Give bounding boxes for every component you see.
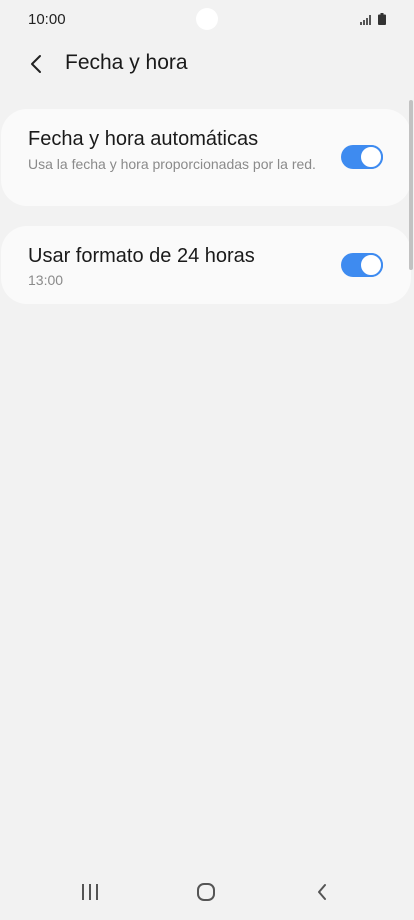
page-title: Fecha y hora <box>65 51 188 74</box>
setting-subtitle: 13:00 <box>28 272 64 288</box>
app-header: Fecha y hora <box>0 40 414 88</box>
home-icon <box>197 883 215 901</box>
battery-icon <box>378 12 386 30</box>
automatic-date-time-toggle[interactable] <box>341 145 383 169</box>
recents-button[interactable] <box>70 876 110 908</box>
signal-icon <box>360 12 372 30</box>
recents-icon <box>82 884 98 900</box>
automatic-date-time-setting[interactable]: Fecha y hora automáticas Usa la fecha y … <box>1 109 411 206</box>
status-bar: 10:00 <box>0 0 414 38</box>
camera-cutout <box>196 8 218 30</box>
status-time: 10:00 <box>28 11 66 28</box>
setting-subtitle: Usa la fecha y hora proporcionadas por l… <box>28 156 316 172</box>
back-button[interactable] <box>22 50 50 78</box>
home-button[interactable] <box>186 876 226 908</box>
status-icons <box>360 12 386 30</box>
setting-title: Usar formato de 24 horas <box>28 245 255 267</box>
24-hour-format-toggle[interactable] <box>341 253 383 277</box>
toggle-knob <box>359 253 383 277</box>
navigation-bar <box>0 862 414 920</box>
scrollbar[interactable] <box>409 100 413 270</box>
24-hour-format-setting[interactable]: Usar formato de 24 horas 13:00 <box>1 226 411 304</box>
back-icon <box>318 884 326 900</box>
toggle-knob <box>359 145 383 169</box>
nav-back-button[interactable] <box>302 876 342 908</box>
setting-title: Fecha y hora automáticas <box>28 128 259 150</box>
chevron-left-icon <box>31 55 41 73</box>
